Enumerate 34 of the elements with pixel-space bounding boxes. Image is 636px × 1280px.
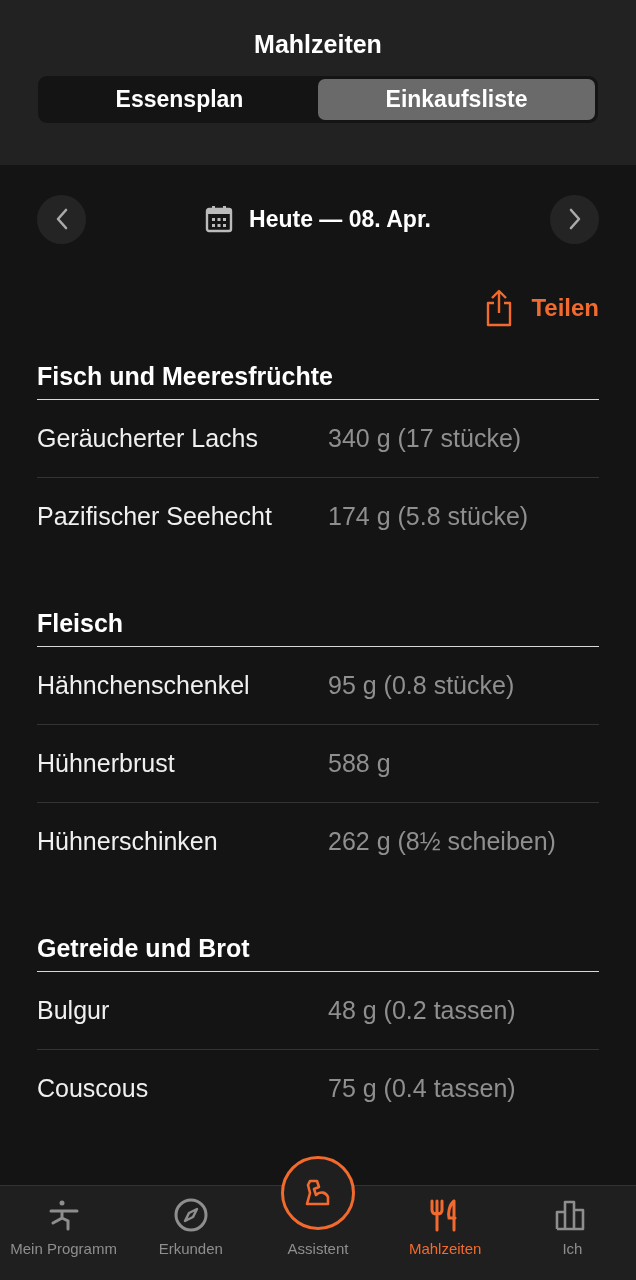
tab-bar-item[interactable]: Mein Programm: [0, 1186, 128, 1280]
date-label: Heute — 08. Apr.: [249, 205, 431, 233]
item-amount: 262 g (8½ scheiben): [328, 827, 557, 856]
section-heading: Getreide und Brot: [37, 925, 599, 972]
item-amount: 340 g (17 stücke): [328, 424, 523, 453]
tab-bar-item[interactable]: Ich: [508, 1186, 636, 1280]
calendar-icon: [205, 205, 234, 233]
item-amount: 174 g (5.8 stücke): [328, 502, 530, 531]
item-amount: 588 g: [328, 749, 392, 778]
item-name: Hühnerbrust: [37, 749, 176, 778]
item-name: Geräucherter Lachs: [37, 424, 259, 453]
item-amount: 75 g (0.4 tassen): [328, 1074, 517, 1103]
tab-bar-item[interactable]: Assistent: [254, 1156, 382, 1280]
item-amount: 95 g (0.8 stücke): [328, 671, 516, 700]
chevron-left-icon: [54, 208, 69, 230]
segment-tab[interactable]: Einkaufsliste: [318, 79, 595, 120]
chevron-right-icon: [567, 208, 582, 230]
item-name: Bulgur: [37, 996, 111, 1025]
share-button[interactable]: Teilen: [485, 289, 599, 327]
segment-tab[interactable]: Essensplan: [41, 79, 318, 120]
tab-bar-item[interactable]: Mahlzeiten: [381, 1186, 509, 1280]
item-name: Pazifischer Seehecht: [37, 502, 273, 531]
item-amount: 48 g (0.2 tassen): [328, 996, 517, 1025]
item-name: Hähnchenschenkel: [37, 671, 251, 700]
tab-bar-item[interactable]: Erkunden: [127, 1186, 255, 1280]
section-heading: Fisch und Meeresfrüchte: [37, 353, 599, 400]
previous-button[interactable]: [37, 194, 86, 244]
item-name: Couscous: [37, 1074, 150, 1103]
item-name: Hühnerschinken: [37, 827, 219, 856]
compass-icon: [173, 1198, 208, 1232]
next-button[interactable]: [550, 194, 599, 244]
section-heading: Fleisch: [37, 600, 599, 647]
share-icon: [485, 289, 514, 327]
screen-title: Mahlzeiten: [253, 29, 383, 60]
